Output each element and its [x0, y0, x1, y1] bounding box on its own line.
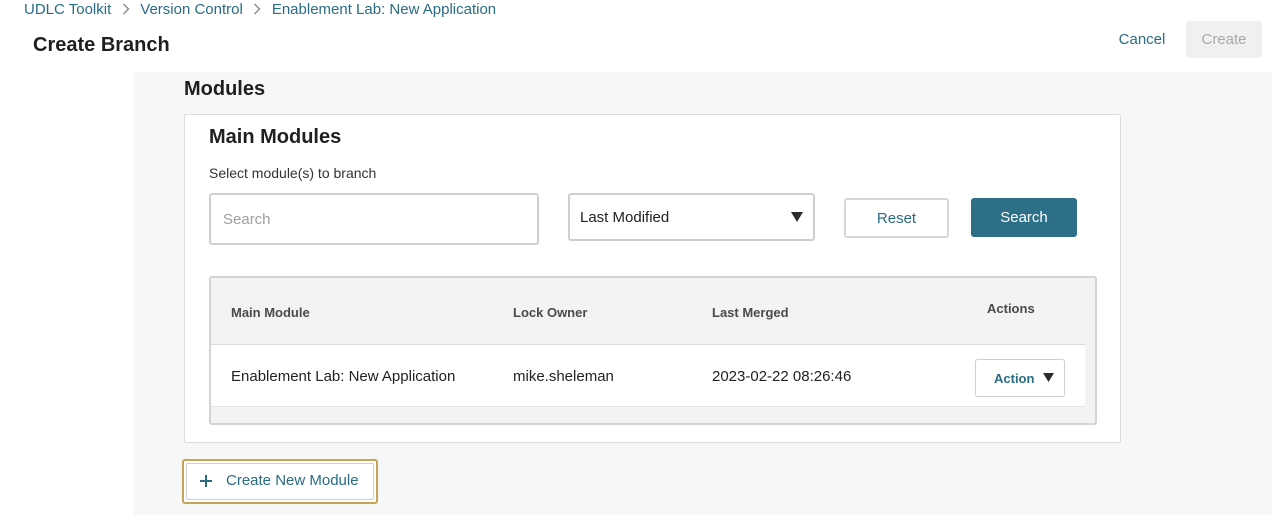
chevron-right-icon [243, 3, 272, 15]
breadcrumb: UDLC Toolkit Version Control Enablement … [24, 0, 496, 18]
plus-icon [200, 475, 212, 487]
column-header-lock-owner[interactable]: Lock Owner [513, 305, 587, 320]
sort-select[interactable]: Last Modified [568, 193, 815, 241]
search-input[interactable] [209, 193, 539, 245]
page-title: Create Branch [33, 34, 170, 56]
create-button[interactable]: Create [1186, 21, 1262, 58]
cell-last-merged: 2023-02-22 08:26:46 [712, 368, 852, 385]
sort-select-value: Last Modified [580, 208, 670, 226]
page: UDLC Toolkit Version Control Enablement … [0, 0, 1272, 515]
cell-main-module: Enablement Lab: New Application [231, 368, 456, 385]
cell-lock-owner: mike.sheleman [513, 368, 614, 385]
card-subtitle: Select module(s) to branch [209, 165, 377, 181]
create-new-module-label: Create New Module [226, 472, 359, 489]
triangle-down-icon [791, 212, 803, 222]
triangle-down-icon [1043, 373, 1054, 382]
breadcrumb-item-version-control[interactable]: Version Control [140, 1, 243, 18]
column-header-last-merged[interactable]: Last Merged [712, 305, 789, 320]
row-action-label: Action [994, 371, 1035, 386]
table-row[interactable]: Enablement Lab: New Application mike.she… [211, 344, 1085, 407]
breadcrumb-item-udlc-toolkit[interactable]: UDLC Toolkit [24, 1, 111, 18]
column-header-main-module[interactable]: Main Module [231, 305, 310, 320]
search-button[interactable]: Search [971, 198, 1077, 237]
cancel-button[interactable]: Cancel [1104, 22, 1180, 56]
reset-button[interactable]: Reset [844, 198, 949, 238]
column-header-actions: Actions [987, 301, 1035, 316]
breadcrumb-item-application[interactable]: Enablement Lab: New Application [272, 1, 496, 18]
modules-table: Main Module Lock Owner Last Merged Actio… [209, 276, 1097, 425]
content-area: Modules Main Modules Select module(s) to… [134, 72, 1272, 515]
row-action-dropdown[interactable]: Action [975, 359, 1065, 397]
main-modules-card: Main Modules Select module(s) to branch … [184, 114, 1121, 443]
card-title: Main Modules [209, 126, 342, 148]
create-new-module-button[interactable]: Create New Module [182, 459, 378, 504]
chevron-right-icon [111, 3, 140, 15]
section-title: Modules [184, 78, 266, 100]
